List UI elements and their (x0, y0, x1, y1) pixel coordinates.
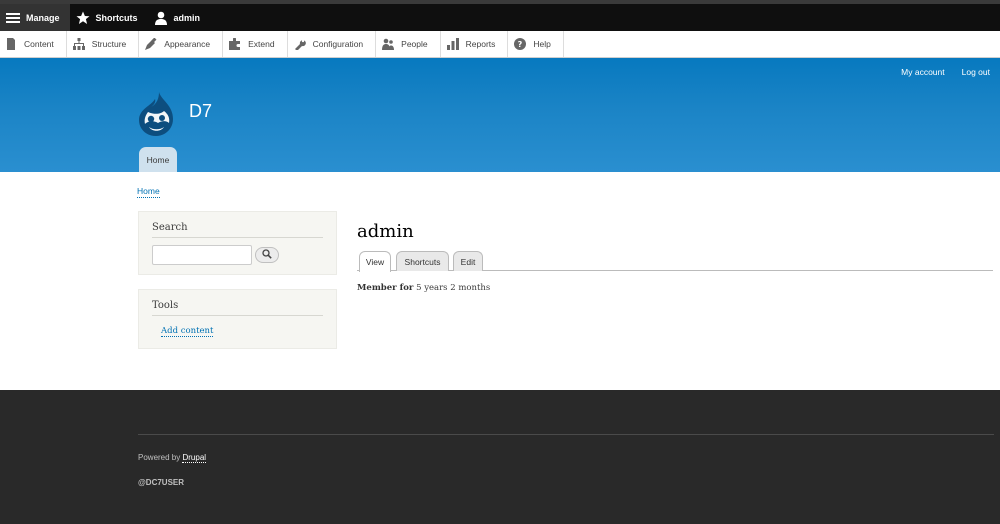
shortcuts-tab[interactable]: Shortcuts (70, 4, 148, 31)
tray-item-people[interactable]: People (376, 31, 441, 57)
tab-shortcuts[interactable]: Shortcuts (396, 251, 449, 271)
tray-item-extend[interactable]: Extend (223, 31, 288, 57)
member-for-value: 5 years 2 months (416, 283, 491, 293)
tray-item-structure[interactable]: Structure (67, 31, 140, 57)
my-account-link[interactable]: My account (901, 67, 944, 77)
user-icon (154, 11, 168, 25)
manage-label: Manage (26, 12, 60, 23)
tray-item-label: Extend (248, 39, 275, 49)
extend-icon (229, 37, 241, 50)
search-block: Search (138, 211, 337, 275)
structure-icon (72, 38, 85, 50)
svg-text:?: ? (518, 40, 523, 49)
tray-item-reports[interactable]: Reports (441, 31, 509, 57)
site-name[interactable]: D7 (189, 101, 212, 122)
tray-item-content[interactable]: Content (0, 31, 67, 57)
people-icon (382, 38, 395, 50)
help-icon: ? (514, 38, 527, 50)
log-out-link[interactable]: Log out (962, 67, 990, 77)
main-menu-home-tab[interactable]: Home (139, 147, 177, 172)
tools-block: Tools Add content (138, 289, 337, 349)
tray-item-label: Structure (91, 39, 127, 49)
tab-view[interactable]: View (359, 251, 391, 272)
user-label: admin (173, 12, 201, 23)
appearance-icon (145, 37, 157, 50)
user-tab[interactable]: admin (148, 4, 211, 31)
drupal-logo-icon[interactable] (137, 92, 177, 136)
manage-tab[interactable]: Manage (0, 4, 70, 31)
search-button[interactable] (255, 247, 279, 263)
tray-item-appearance[interactable]: Appearance (139, 31, 224, 57)
footer-user-text: @DC7USER (138, 478, 185, 487)
tray-item-help[interactable]: ? Help (508, 31, 564, 57)
toolbar-tray: Content Structure Appearance Extend Conf… (0, 31, 1000, 58)
tray-item-configuration[interactable]: Configuration (288, 31, 377, 57)
tray-item-label: Reports (465, 39, 496, 49)
menu-icon (6, 11, 20, 25)
add-content-link[interactable]: Add content (161, 326, 214, 337)
tray-item-label: Configuration (312, 39, 364, 49)
search-icon (262, 248, 272, 262)
secondary-menu: My account Log out (901, 67, 990, 77)
tab-edit[interactable]: Edit (453, 251, 483, 271)
member-for-text: Member for 5 years 2 months (357, 283, 490, 293)
content-icon (5, 38, 17, 50)
tools-block-title: Tools (152, 300, 323, 316)
powered-by-text: Powered by Drupal (138, 453, 207, 463)
member-for-label: Member for (357, 283, 414, 293)
wrench-icon (294, 38, 306, 51)
reports-icon (446, 38, 459, 50)
breadcrumb-home-link[interactable]: Home (137, 186, 160, 198)
star-icon (76, 11, 90, 25)
tray-item-label: Content (24, 39, 54, 49)
tray-item-label: Appearance (164, 39, 211, 49)
drupal-link[interactable]: Drupal (182, 453, 207, 463)
shortcuts-label: Shortcuts (95, 12, 138, 23)
search-block-title: Search (152, 222, 323, 238)
tray-item-label: Help (533, 39, 551, 49)
powered-by-prefix: Powered by (138, 453, 181, 462)
page-title: admin (357, 221, 414, 242)
search-input[interactable] (152, 245, 252, 265)
site-footer: Powered by Drupal @DC7USER (0, 390, 1000, 524)
admin-toolbar: Manage Shortcuts admin (0, 0, 1000, 31)
tray-item-label: People (401, 39, 428, 49)
site-header: My account Log out D7 Home (0, 58, 1000, 172)
local-tabs: View Shortcuts Edit (357, 251, 993, 272)
footer-divider (138, 434, 994, 435)
